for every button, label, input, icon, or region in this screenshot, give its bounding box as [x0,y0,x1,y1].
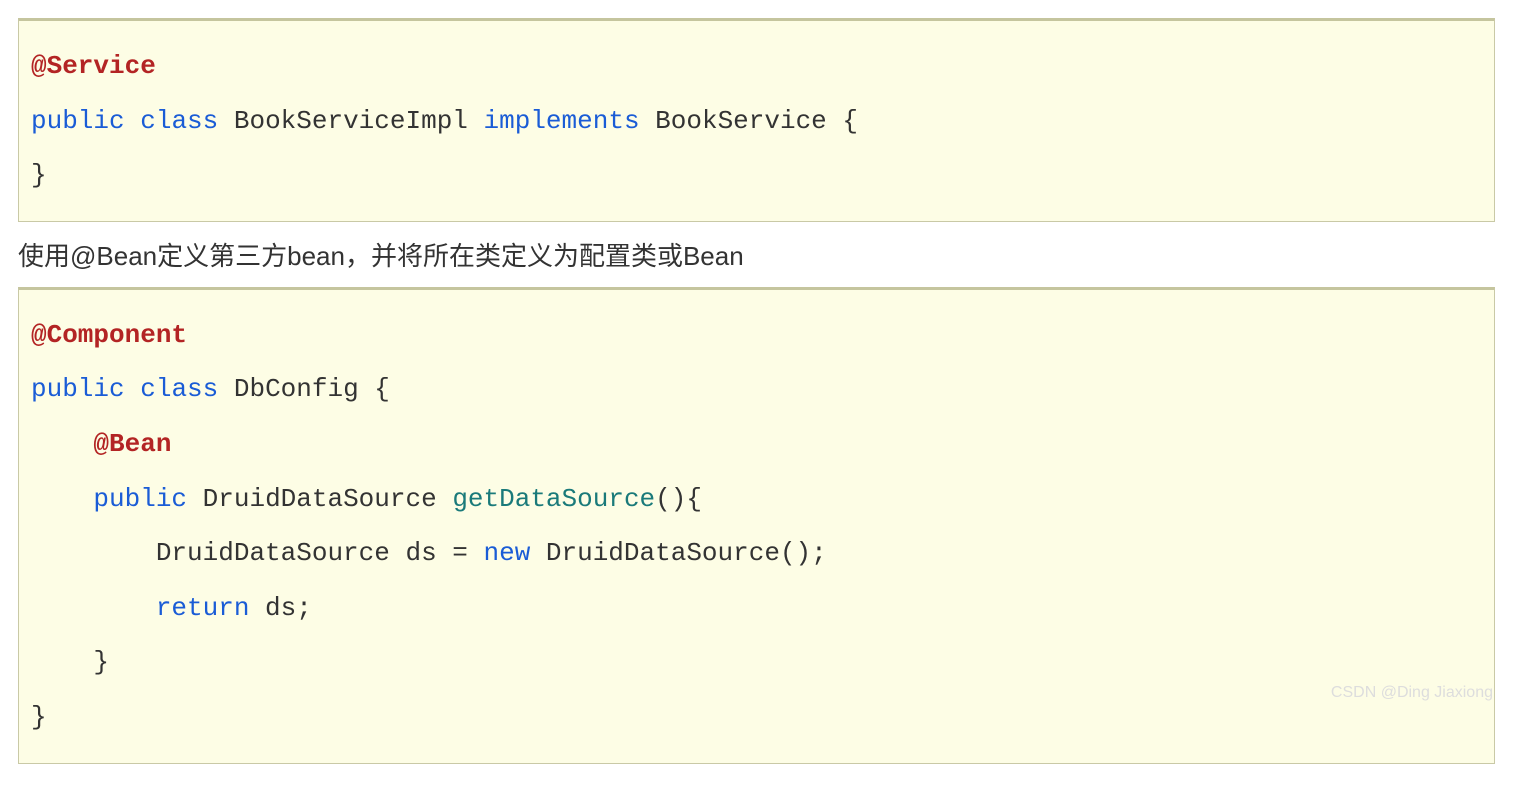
method-parens: (){ [655,484,702,514]
watermark-text: CSDN @Ding Jiaxiong [1331,684,1493,702]
keyword-public: public [31,106,125,136]
indent [31,538,156,568]
class-name: BookServiceImpl [234,106,468,136]
keyword-class: class [140,374,218,404]
brace-close: } [31,647,109,677]
description-text: 使用@Bean定义第三方bean，并将所在类定义为配置类或Bean [18,236,1495,273]
code-line: } [31,690,1482,745]
annotation-service: @Service [31,51,156,81]
keyword-class: class [140,106,218,136]
code-line: @Bean [31,417,1482,472]
text-space [187,484,203,514]
text-space [218,106,234,136]
code-line: @Component [31,308,1482,363]
text-space [468,106,484,136]
brace-close: } [31,702,47,732]
keyword-public: public [31,374,125,404]
return-value: ds; [249,593,311,623]
text-space [125,374,141,404]
text-space [125,106,141,136]
indent [31,484,93,514]
method-name: getDataSource [452,484,655,514]
code-line: @Service [31,39,1482,94]
annotation-bean: @Bean [31,429,171,459]
indent [31,593,156,623]
code-block-2: @Component public class DbConfig { @Bean… [18,287,1495,764]
code-block-1: @Service public class BookServiceImpl im… [18,18,1495,222]
statement-part: DruidDataSource ds = [156,538,484,568]
keyword-new: new [483,538,530,568]
code-line: public class DbConfig { [31,362,1482,417]
return-type: DruidDataSource [203,484,437,514]
class-name: DbConfig { [234,374,390,404]
code-line: return ds; [31,581,1482,636]
code-line: DruidDataSource ds = new DruidDataSource… [31,526,1482,581]
text-space [640,106,656,136]
code-line: public class BookServiceImpl implements … [31,94,1482,149]
text-space [437,484,453,514]
annotation-component: @Component [31,320,187,350]
code-line: } [31,148,1482,203]
statement-part: DruidDataSource(); [530,538,826,568]
keyword-public: public [93,484,187,514]
keyword-implements: implements [484,106,640,136]
keyword-return: return [156,593,250,623]
text-space [218,374,234,404]
interface-name: BookService { [655,106,858,136]
code-line: } [31,635,1482,690]
brace-close: } [31,160,47,190]
code-line: public DruidDataSource getDataSource(){ [31,472,1482,527]
